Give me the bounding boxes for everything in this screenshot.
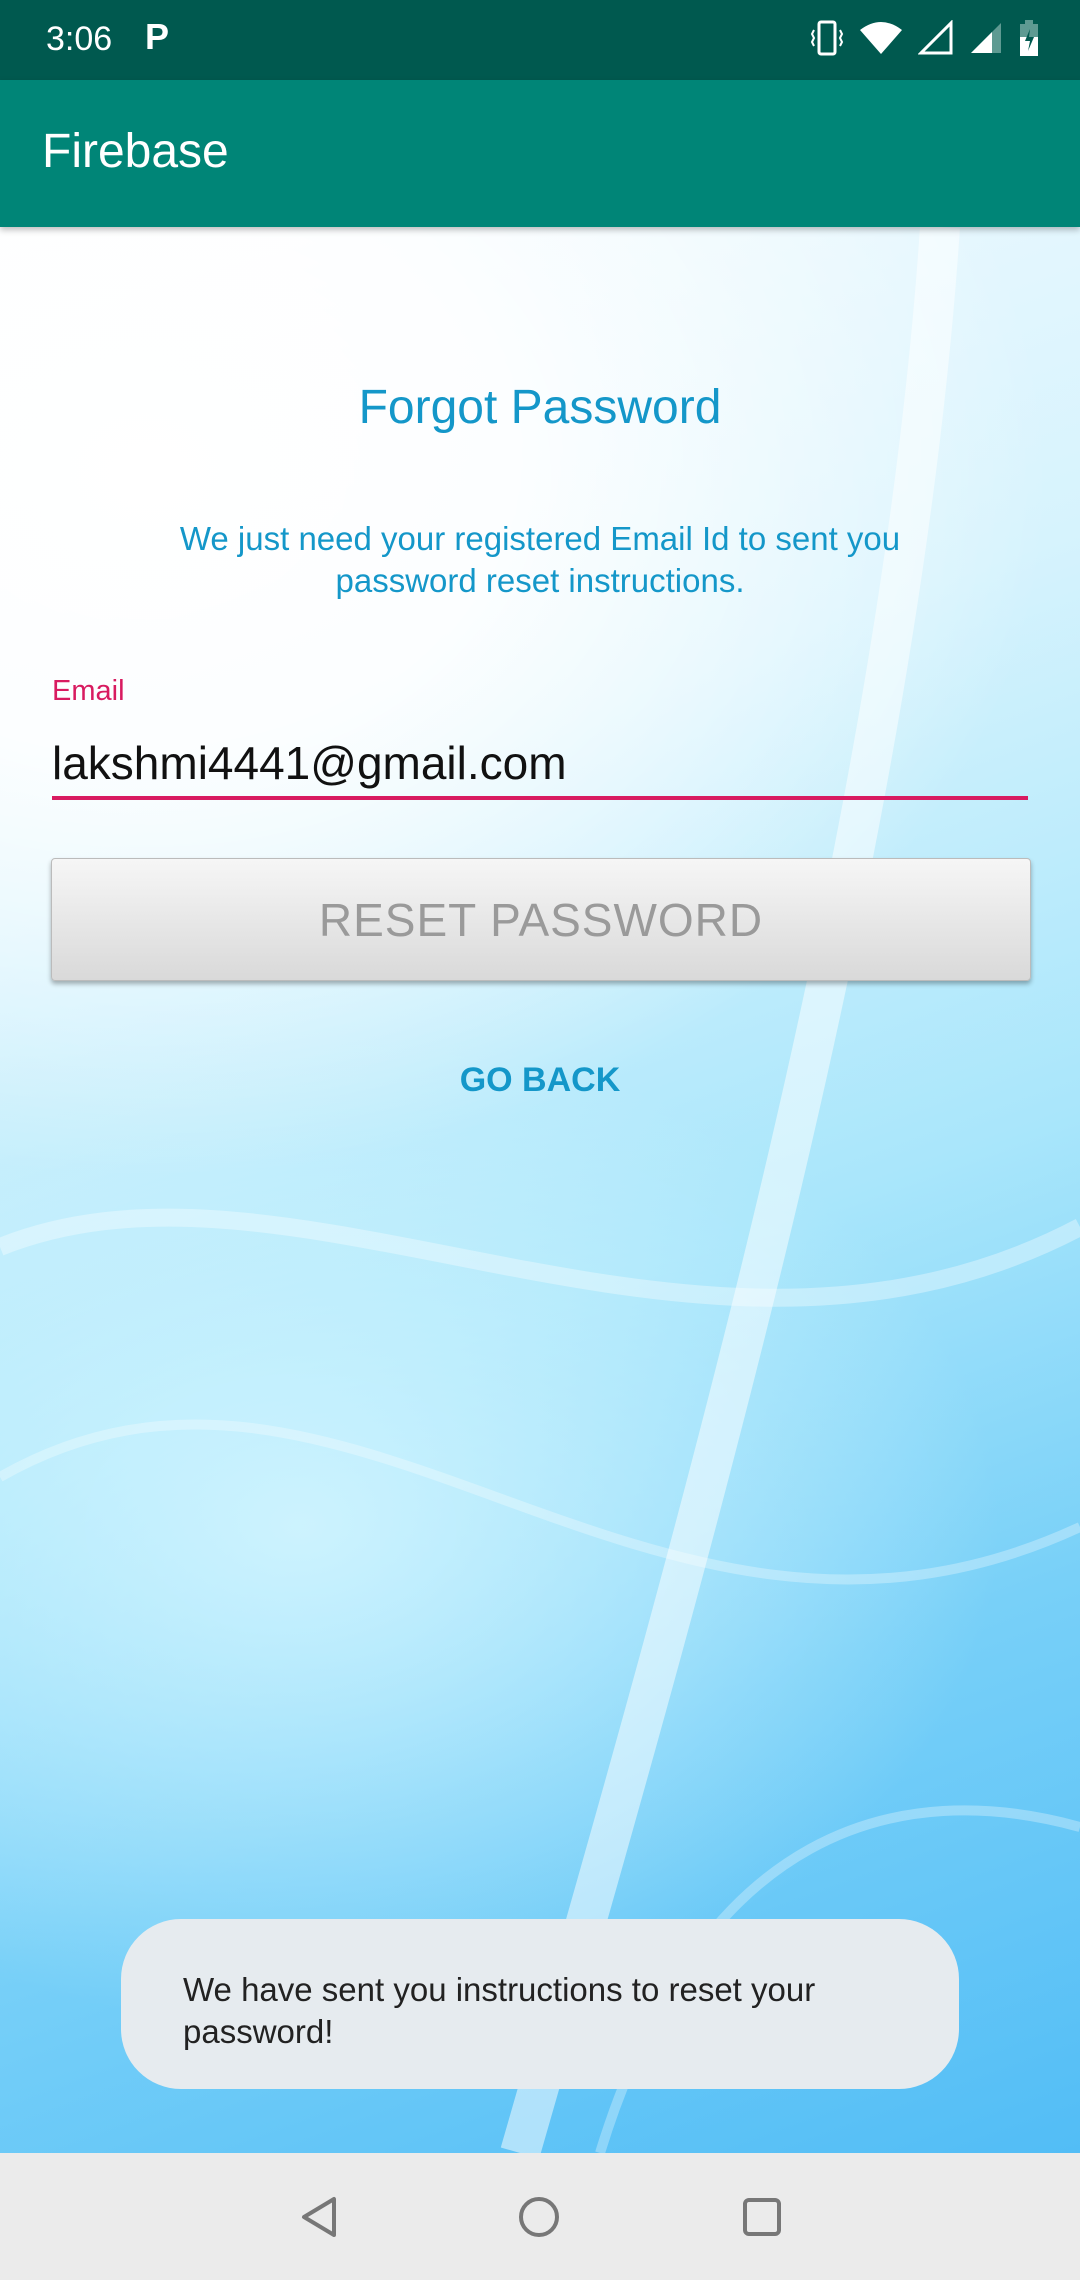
parking-icon: P bbox=[145, 16, 170, 57]
app-title: Firebase bbox=[42, 125, 229, 178]
signal-empty-icon bbox=[918, 20, 953, 55]
app-bar: Firebase bbox=[0, 80, 1080, 227]
recents-icon[interactable] bbox=[738, 2193, 786, 2241]
email-label: Email bbox=[52, 675, 125, 707]
home-icon[interactable] bbox=[515, 2193, 563, 2241]
page-title: Forgot Password bbox=[358, 381, 722, 434]
page-subtitle: We just need your registered Email Id to… bbox=[0, 518, 1080, 602]
wifi-icon bbox=[860, 22, 902, 54]
go-back-button[interactable]: GO BACK bbox=[390, 1055, 690, 1105]
navigation-bar bbox=[0, 2153, 1080, 2280]
background-image bbox=[0, 227, 1080, 2153]
email-input[interactable] bbox=[52, 730, 1028, 800]
subtitle-line-1: We just need your registered Email Id to… bbox=[179, 520, 901, 557]
toast-line-2: password! bbox=[183, 2013, 334, 2050]
subtitle-line-2: password reset instructions. bbox=[335, 562, 745, 599]
battery-charging-icon bbox=[1020, 20, 1038, 56]
status-bar: 3:06 P bbox=[0, 0, 1080, 80]
back-icon[interactable] bbox=[296, 2193, 344, 2241]
status-time: 3:06 bbox=[46, 20, 113, 58]
signal-icon bbox=[971, 23, 1001, 53]
toast-message: We have sent you instructions to reset y… bbox=[121, 1919, 959, 2089]
vibrate-icon bbox=[810, 20, 844, 56]
reset-password-button[interactable]: RESET PASSWORD bbox=[51, 858, 1031, 981]
toast-line-1: We have sent you instructions to reset y… bbox=[183, 1971, 816, 2008]
